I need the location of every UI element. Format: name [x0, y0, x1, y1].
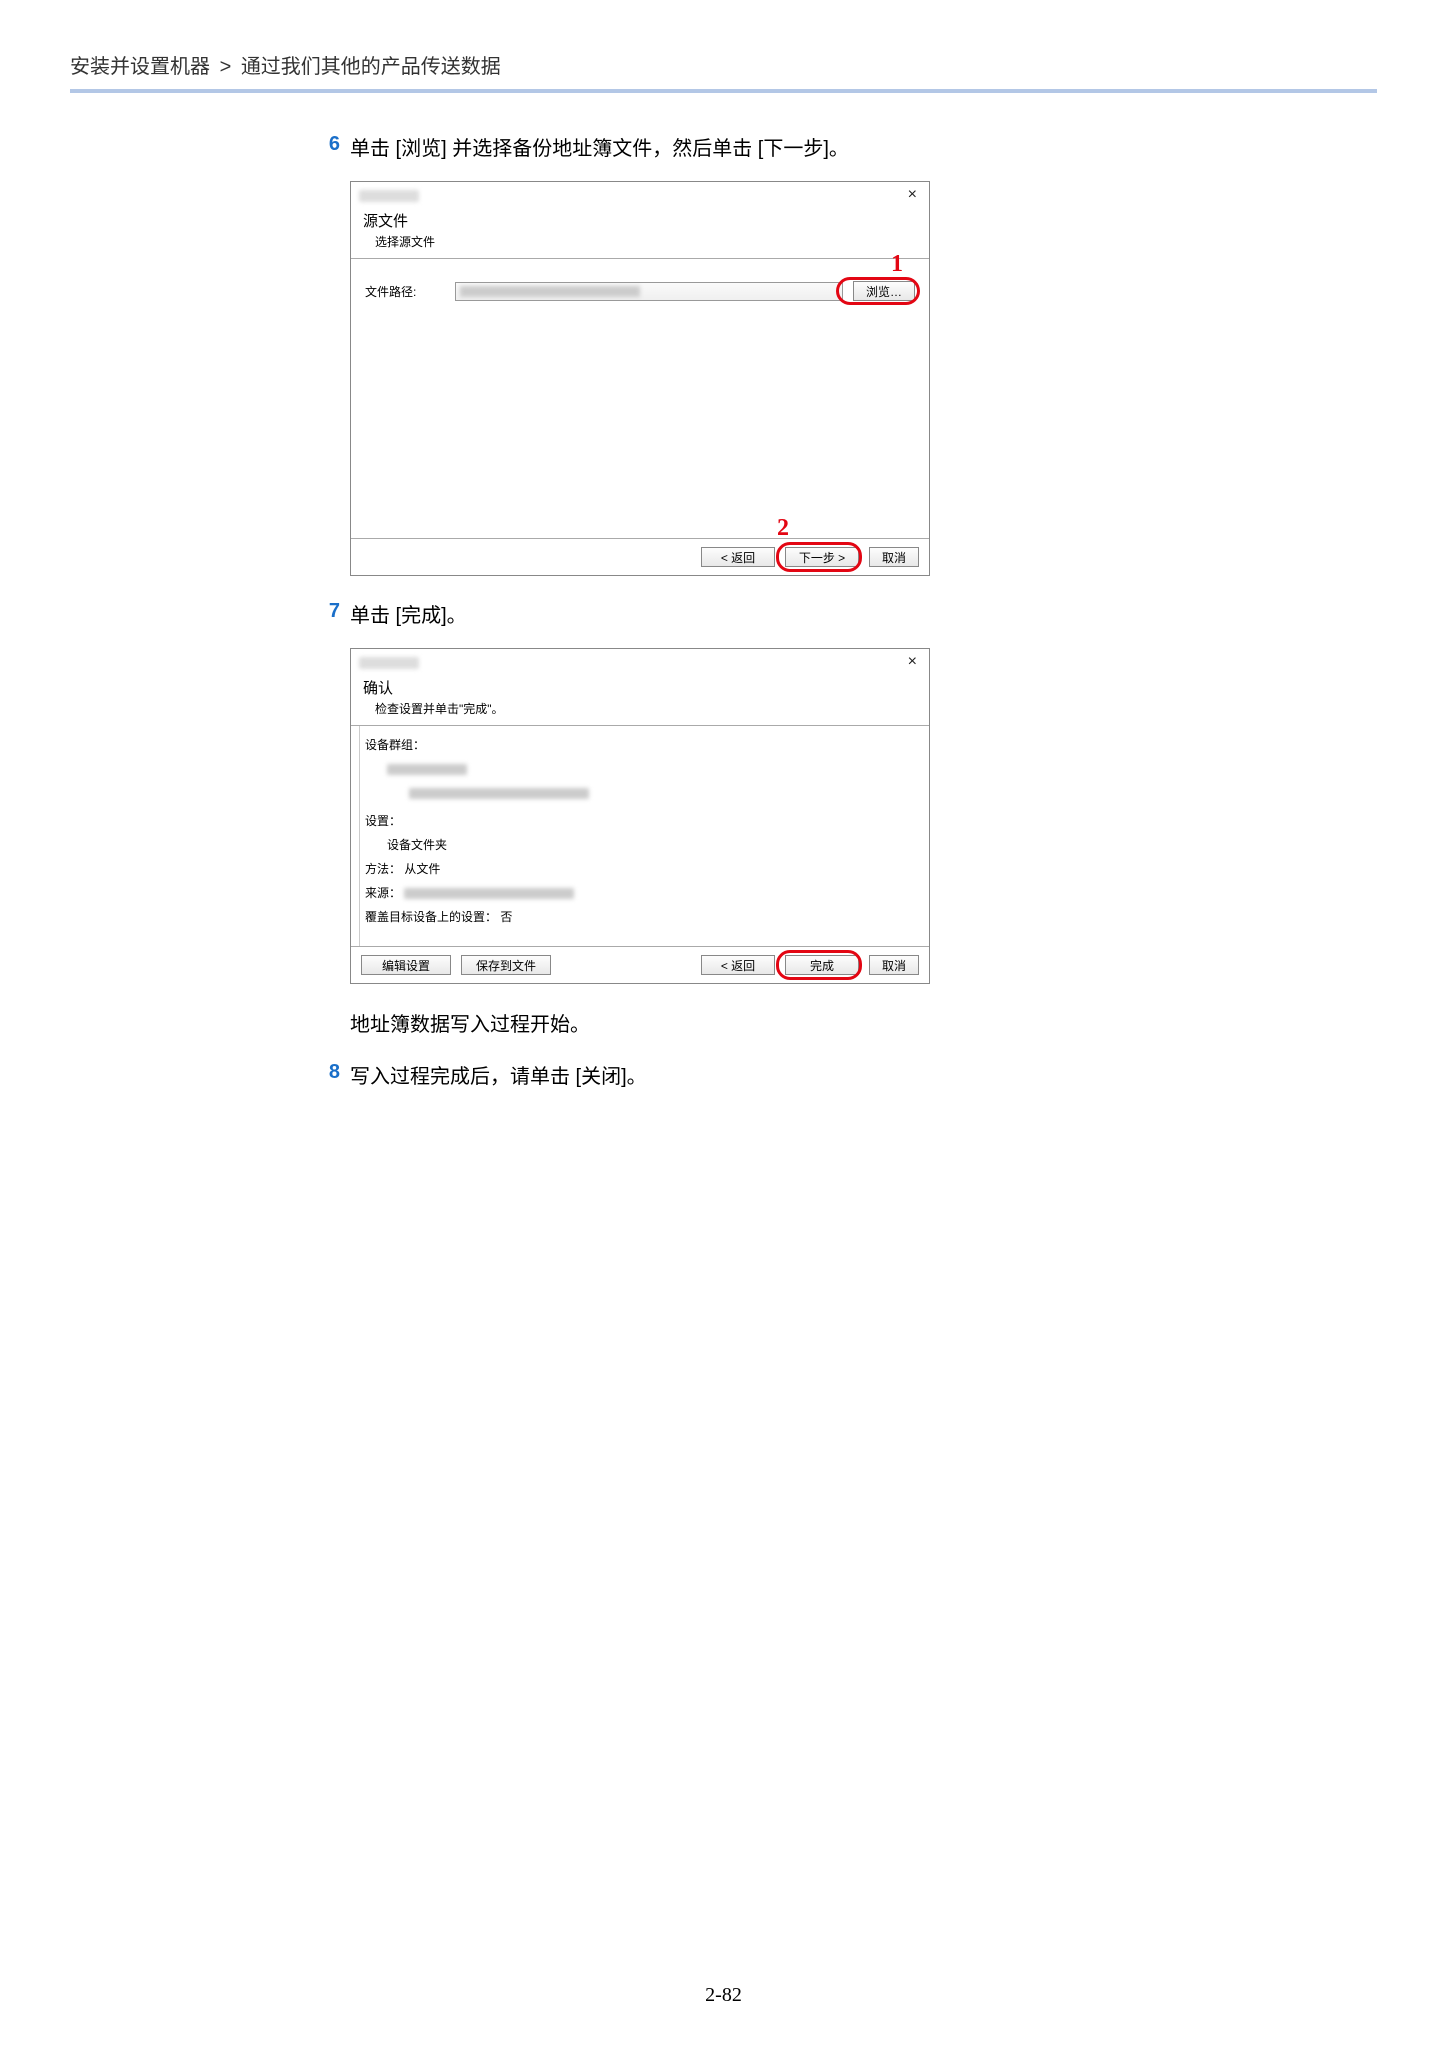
dialog-body: 文件路径: 浏览… 1 2 [351, 258, 929, 538]
step-text: 单击 [完成]。 [350, 600, 1060, 632]
dialog-titlebar: × [351, 182, 929, 206]
browse-button[interactable]: 浏览… [853, 281, 915, 301]
info-devgroup-value2 [365, 784, 929, 802]
info-settings-value: 设备文件夹 [365, 836, 929, 854]
value-method: 从文件 [404, 862, 440, 876]
info-devgroup-value [365, 760, 929, 778]
label-overwrite: 覆盖目标设备上的设置： [365, 910, 497, 924]
info-settings: 设置： [365, 812, 929, 830]
close-icon[interactable]: × [904, 186, 921, 204]
step-text: 单击 [浏览] 并选择备份地址簿文件，然后单击 [下一步]。 [350, 133, 1060, 165]
dialog-titlebar: × [351, 649, 929, 673]
info-source: 来源： [365, 884, 929, 902]
value-overwrite: 否 [500, 910, 512, 924]
dialog-title-blurred [359, 657, 419, 669]
cancel-button[interactable]: 取消 [869, 547, 919, 567]
label-source: 来源： [365, 886, 401, 900]
step-number: 8 [320, 1061, 350, 1093]
cancel-button[interactable]: 取消 [869, 955, 919, 975]
dialog-header: 源文件 选择源文件 [351, 206, 929, 258]
breadcrumb-part1: 安装并设置机器 [70, 56, 210, 78]
step-6: 6 单击 [浏览] 并选择备份地址簿文件，然后单击 [下一步]。 [320, 133, 1060, 165]
step-text: 写入过程完成后，请单击 [关闭]。 [350, 1061, 1060, 1093]
value-settings: 设备文件夹 [387, 838, 447, 852]
dialog-title-blurred [359, 190, 419, 202]
info-method: 方法： 从文件 [365, 860, 929, 878]
dialog-subheading: 选择源文件 [363, 231, 917, 250]
dialog-body: 设备群组： 设置： 设备文件夹 方法： [351, 725, 929, 946]
info-devgroup: 设备群组： [365, 736, 929, 754]
label-devgroup: 设备群组： [365, 738, 425, 752]
label-settings: 设置： [365, 814, 401, 828]
step-7-subtext: 地址簿数据写入过程开始。 [350, 1008, 1060, 1037]
close-icon[interactable]: × [904, 653, 921, 671]
next-button[interactable]: 下一步 > [785, 547, 859, 567]
breadcrumb-part2: 通过我们其他的产品传送数据 [241, 56, 501, 78]
header-rule [70, 89, 1377, 93]
finish-button[interactable]: 完成 [785, 955, 859, 975]
value-blurred [387, 764, 467, 775]
filepath-input[interactable] [455, 282, 843, 301]
vertical-separator [359, 726, 360, 946]
edit-settings-button[interactable]: 编辑设置 [361, 955, 451, 975]
dialog-source-file: × 源文件 选择源文件 文件路径: 浏览… 1 2 < 返回 [350, 181, 930, 576]
value-blurred [409, 788, 589, 799]
dialog-footer: 编辑设置 保存到文件 < 返回 完成 取消 [351, 946, 929, 983]
label-method: 方法： [365, 862, 401, 876]
dialog-subheading: 检查设置并单击"完成"。 [363, 698, 917, 717]
save-to-file-button[interactable]: 保存到文件 [461, 955, 551, 975]
value-blurred [404, 888, 574, 899]
step-number: 7 [320, 600, 350, 632]
breadcrumb: 安装并设置机器 > 通过我们其他的产品传送数据 [70, 50, 1377, 89]
filepath-label: 文件路径: [365, 283, 445, 300]
dialog-heading: 源文件 [363, 210, 917, 231]
dialog-header: 确认 检查设置并单击"完成"。 [351, 673, 929, 725]
page-number: 2-82 [0, 1984, 1447, 2007]
dialog-confirm: × 确认 检查设置并单击"完成"。 设备群组： [350, 648, 930, 984]
filepath-value-blurred [460, 286, 640, 297]
step-number: 6 [320, 133, 350, 165]
back-button[interactable]: < 返回 [701, 547, 775, 567]
dialog-heading: 确认 [363, 677, 917, 698]
filepath-row: 文件路径: 浏览… [365, 281, 915, 301]
step-7: 7 单击 [完成]。 [320, 600, 1060, 632]
breadcrumb-sep: > [216, 56, 236, 78]
info-overwrite: 覆盖目标设备上的设置： 否 [365, 908, 929, 926]
step-8: 8 写入过程完成后，请单击 [关闭]。 [320, 1061, 1060, 1093]
back-button[interactable]: < 返回 [701, 955, 775, 975]
dialog-footer: < 返回 下一步 > 取消 [351, 538, 929, 575]
